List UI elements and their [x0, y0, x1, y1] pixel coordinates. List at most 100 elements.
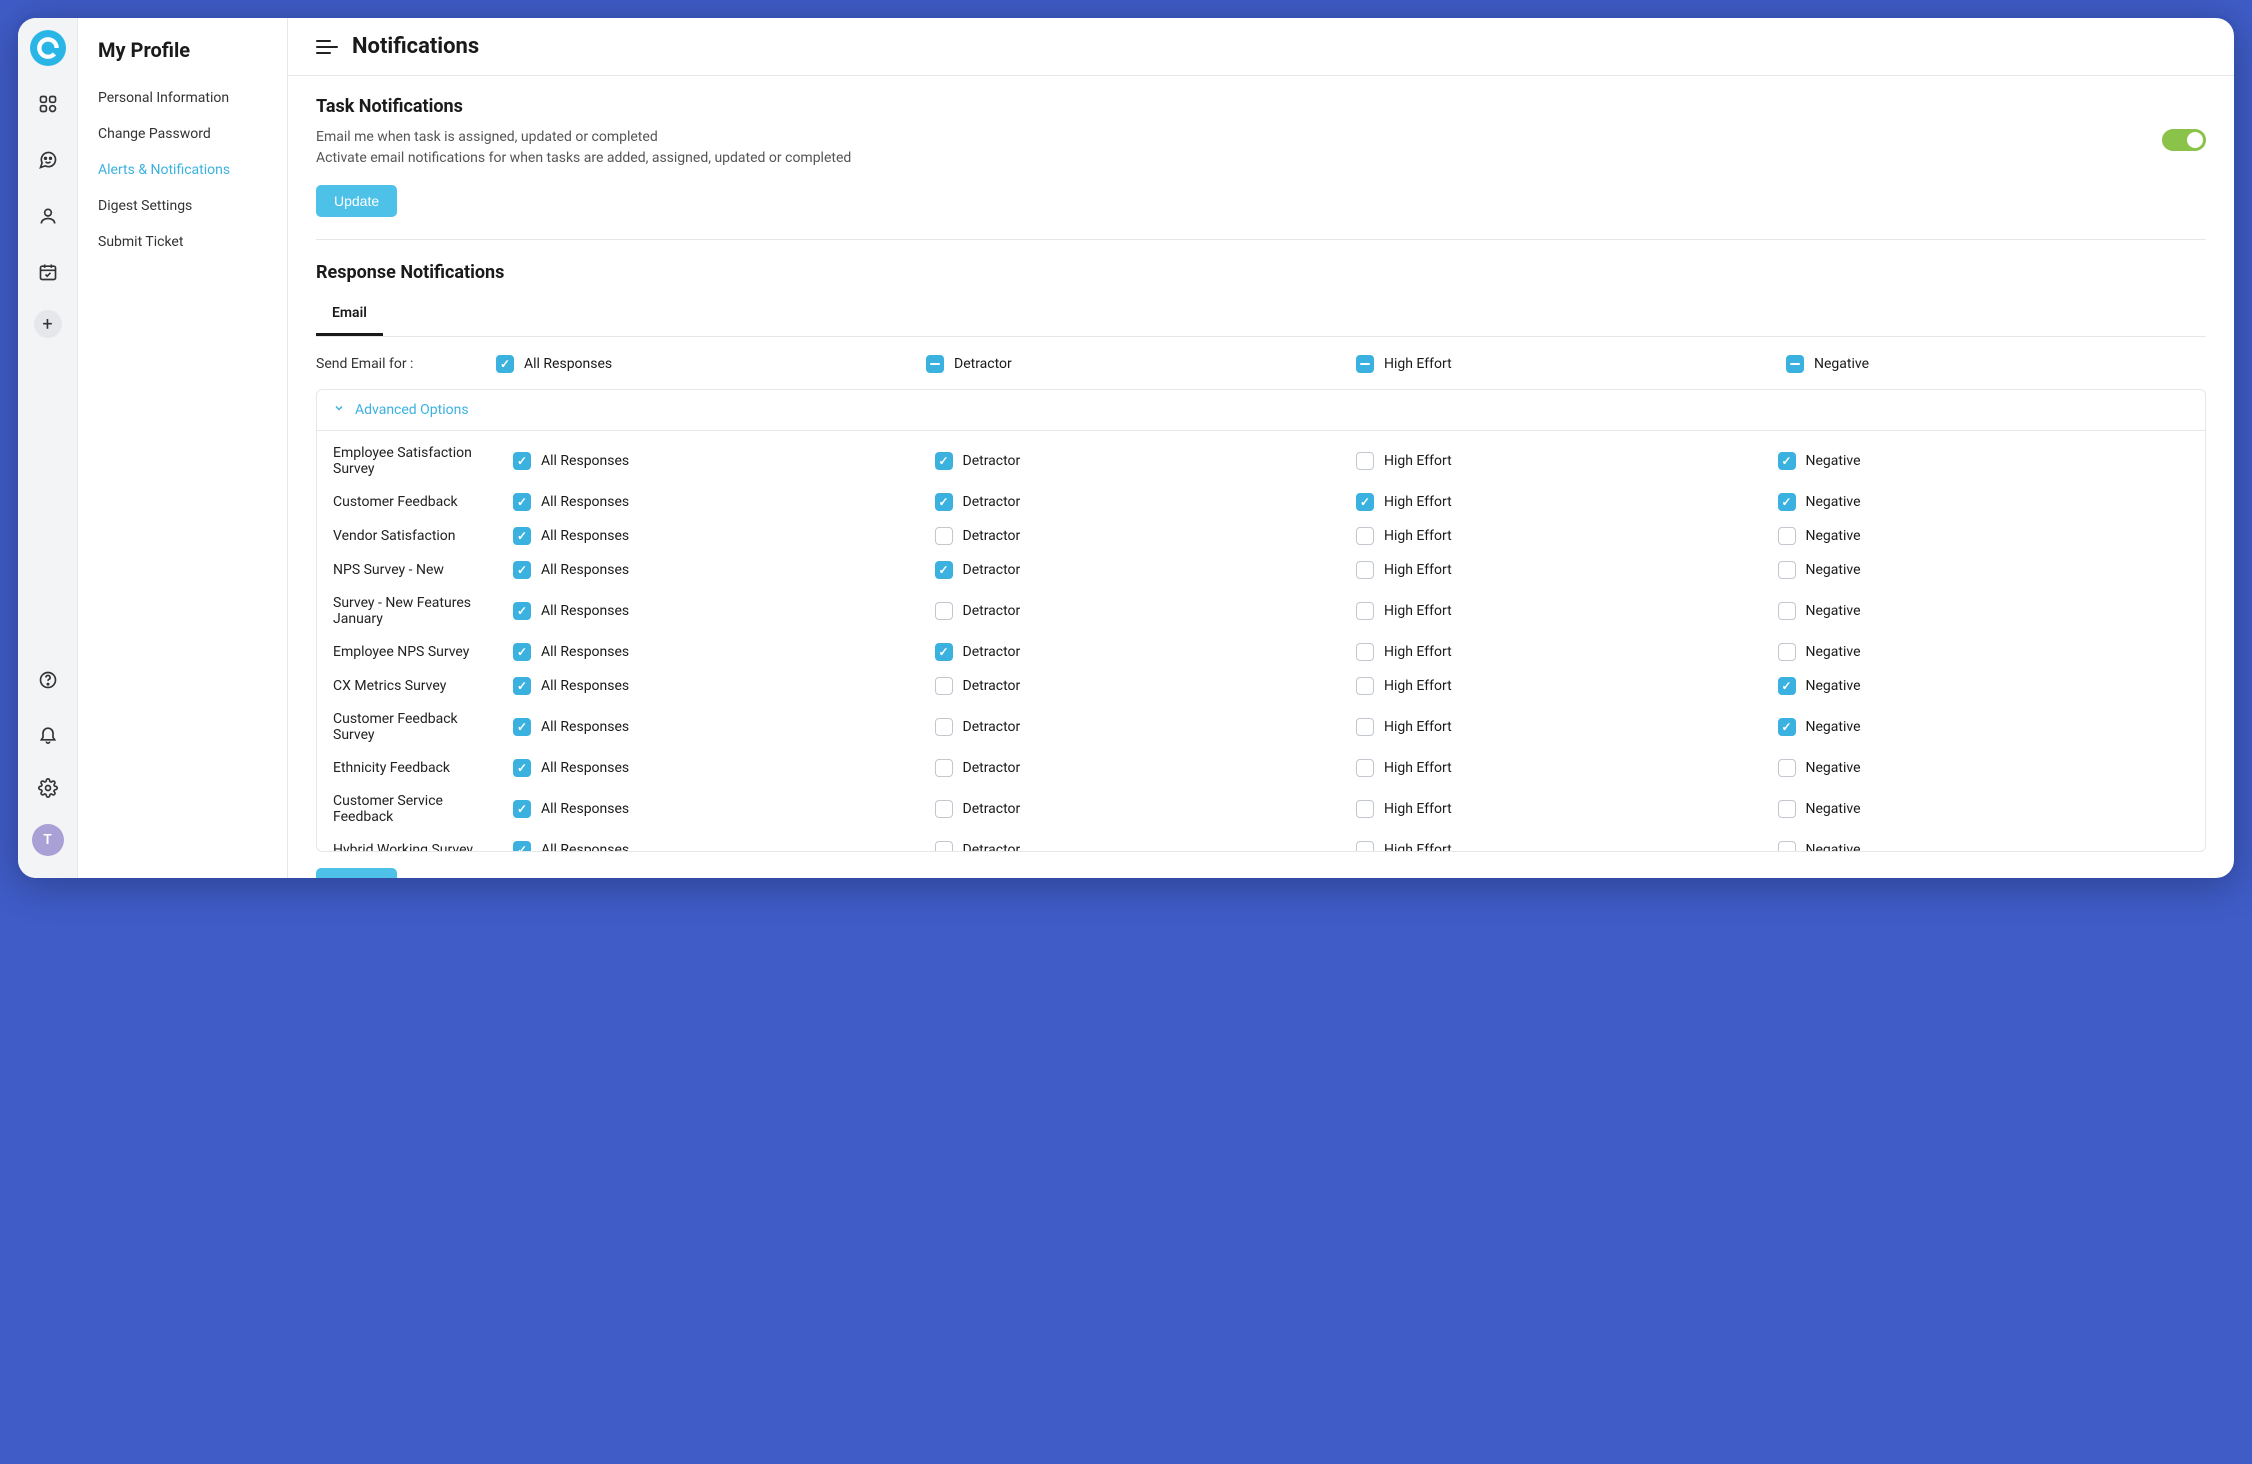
survey-high-effort-checkbox[interactable] — [1356, 527, 1374, 545]
task-update-button[interactable]: Update — [316, 185, 397, 217]
sidebar-item-3[interactable]: Digest Settings — [78, 188, 287, 224]
survey-negative-checkbox[interactable] — [1778, 643, 1796, 661]
avatar[interactable]: T — [32, 824, 64, 856]
app-window: + T My Profile Personal InformationChang… — [18, 18, 2234, 878]
survey-detractor-checkbox[interactable] — [935, 718, 953, 736]
page-title: Notifications — [352, 34, 479, 59]
task-notifications-text-2: Activate email notifications for when ta… — [316, 148, 2122, 169]
add-button[interactable]: + — [34, 310, 62, 338]
icon-rail: + T — [18, 18, 78, 878]
survey-high-effort-checkbox[interactable] — [1356, 841, 1374, 851]
survey-all-checkbox[interactable] — [513, 561, 531, 579]
app-logo[interactable] — [30, 30, 66, 66]
cell-all-label: All Responses — [541, 760, 629, 776]
cell-negative-label: Negative — [1806, 562, 1861, 578]
survey-detractor-checkbox[interactable] — [935, 493, 953, 511]
divider — [316, 239, 2206, 240]
survey-high-effort-checkbox[interactable] — [1356, 602, 1374, 620]
master-high-effort-checkbox[interactable] — [1356, 355, 1374, 373]
survey-all-checkbox[interactable] — [513, 718, 531, 736]
survey-name: Hybrid Working Survey — [333, 842, 503, 851]
survey-high-effort-checkbox[interactable] — [1356, 677, 1374, 695]
help-icon[interactable] — [30, 662, 66, 698]
survey-negative-checkbox[interactable] — [1778, 602, 1796, 620]
survey-name: Ethnicity Feedback — [333, 760, 503, 776]
cell-high-effort-label: High Effort — [1384, 528, 1452, 544]
bell-icon[interactable] — [30, 716, 66, 752]
survey-negative-checkbox[interactable] — [1778, 677, 1796, 695]
survey-negative-checkbox[interactable] — [1778, 527, 1796, 545]
survey-all-checkbox[interactable] — [513, 527, 531, 545]
survey-all-checkbox[interactable] — [513, 677, 531, 695]
calendar-icon[interactable] — [30, 254, 66, 290]
survey-negative-checkbox[interactable] — [1778, 561, 1796, 579]
survey-negative-checkbox[interactable] — [1778, 718, 1796, 736]
tab-email[interactable]: Email — [316, 295, 383, 336]
survey-all-checkbox[interactable] — [513, 759, 531, 777]
survey-negative-checkbox[interactable] — [1778, 800, 1796, 818]
chevron-down-icon — [333, 402, 345, 418]
survey-detractor-checkbox[interactable] — [935, 677, 953, 695]
menu-toggle-icon[interactable] — [316, 40, 338, 54]
survey-all-checkbox[interactable] — [513, 493, 531, 511]
survey-negative-checkbox[interactable] — [1778, 759, 1796, 777]
cell-all-label: All Responses — [541, 801, 629, 817]
survey-high-effort-checkbox[interactable] — [1356, 493, 1374, 511]
cell-negative-label: Negative — [1806, 453, 1861, 469]
survey-detractor-checkbox[interactable] — [935, 527, 953, 545]
gear-icon[interactable] — [30, 770, 66, 806]
cell-high-effort-label: High Effort — [1384, 453, 1452, 469]
survey-detractor-checkbox[interactable] — [935, 759, 953, 777]
survey-row: Customer Feedback SurveyAll ResponsesDet… — [317, 703, 2205, 751]
cell-all-label: All Responses — [541, 528, 629, 544]
survey-detractor-checkbox[interactable] — [935, 561, 953, 579]
response-tabs: Email — [316, 295, 2206, 337]
cell-all-label: All Responses — [541, 562, 629, 578]
survey-all-checkbox[interactable] — [513, 800, 531, 818]
survey-detractor-checkbox[interactable] — [935, 452, 953, 470]
sidebar-item-1[interactable]: Change Password — [78, 116, 287, 152]
survey-name: CX Metrics Survey — [333, 678, 503, 694]
survey-high-effort-checkbox[interactable] — [1356, 452, 1374, 470]
cell-all-label: All Responses — [541, 644, 629, 660]
survey-name: Vendor Satisfaction — [333, 528, 503, 544]
task-notifications-toggle[interactable] — [2162, 129, 2206, 151]
cell-detractor-label: Detractor — [963, 760, 1021, 776]
cell-all-label: All Responses — [541, 678, 629, 694]
survey-high-effort-checkbox[interactable] — [1356, 718, 1374, 736]
survey-all-checkbox[interactable] — [513, 452, 531, 470]
sidebar-item-0[interactable]: Personal Information — [78, 80, 287, 116]
survey-name: NPS Survey - New — [333, 562, 503, 578]
survey-negative-checkbox[interactable] — [1778, 493, 1796, 511]
user-icon[interactable] — [30, 198, 66, 234]
master-all-checkbox[interactable] — [496, 355, 514, 373]
survey-all-checkbox[interactable] — [513, 643, 531, 661]
master-negative-checkbox[interactable] — [1786, 355, 1804, 373]
cell-detractor-label: Detractor — [963, 678, 1021, 694]
survey-negative-checkbox[interactable] — [1778, 452, 1796, 470]
survey-high-effort-checkbox[interactable] — [1356, 643, 1374, 661]
master-detractor-checkbox[interactable] — [926, 355, 944, 373]
survey-high-effort-checkbox[interactable] — [1356, 800, 1374, 818]
task-notifications-text-1: Email me when task is assigned, updated … — [316, 127, 2122, 148]
survey-row: Customer Service FeedbackAll ResponsesDe… — [317, 785, 2205, 833]
survey-detractor-checkbox[interactable] — [935, 841, 953, 851]
cell-negative-label: Negative — [1806, 801, 1861, 817]
advanced-options-toggle[interactable]: Advanced Options — [317, 390, 2205, 431]
survey-high-effort-checkbox[interactable] — [1356, 759, 1374, 777]
survey-row: Customer FeedbackAll ResponsesDetractorH… — [317, 485, 2205, 519]
survey-list[interactable]: Employee Satisfaction SurveyAll Response… — [317, 431, 2205, 851]
main-panel: Notifications Task Notifications Email m… — [288, 18, 2234, 878]
survey-all-checkbox[interactable] — [513, 602, 531, 620]
survey-all-checkbox[interactable] — [513, 841, 531, 851]
survey-negative-checkbox[interactable] — [1778, 841, 1796, 851]
sidebar-item-2[interactable]: Alerts & Notifications — [78, 152, 287, 188]
survey-high-effort-checkbox[interactable] — [1356, 561, 1374, 579]
survey-detractor-checkbox[interactable] — [935, 800, 953, 818]
survey-detractor-checkbox[interactable] — [935, 602, 953, 620]
response-update-button[interactable]: Update — [316, 868, 397, 878]
sidebar-item-4[interactable]: Submit Ticket — [78, 224, 287, 260]
survey-detractor-checkbox[interactable] — [935, 643, 953, 661]
feedback-icon[interactable] — [30, 142, 66, 178]
dashboard-icon[interactable] — [30, 86, 66, 122]
